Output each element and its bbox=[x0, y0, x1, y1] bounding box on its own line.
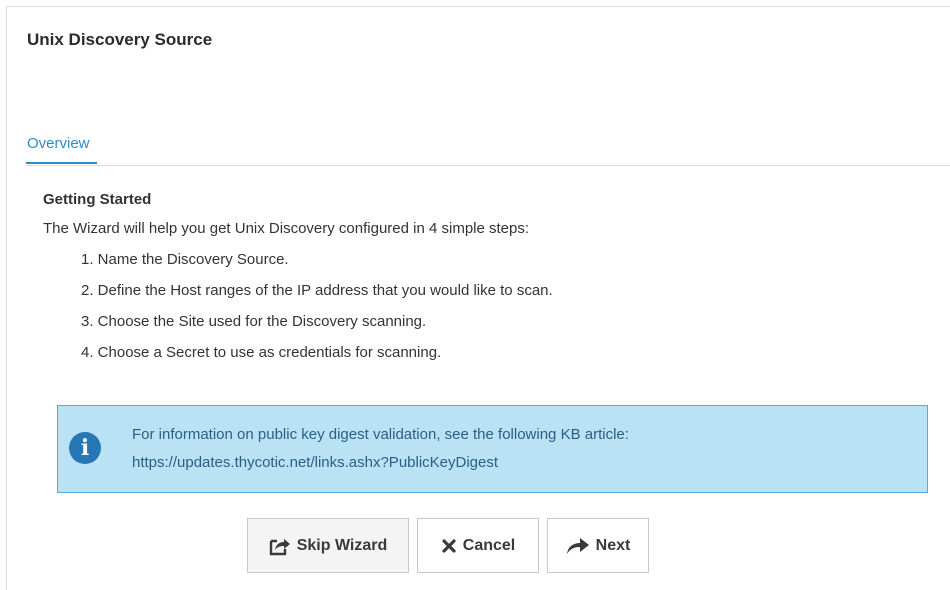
alert-message: For information on public key digest val… bbox=[132, 426, 629, 443]
steps-list: 1. Name the Discovery Source. 2. Define … bbox=[43, 244, 923, 368]
intro-text: The Wizard will help you get Unix Discov… bbox=[43, 220, 530, 237]
cancel-label: Cancel bbox=[462, 536, 516, 554]
cancel-button[interactable]: Cancel bbox=[417, 518, 539, 573]
kb-article-link[interactable]: https://updates.thycotic.net/links.ashx?… bbox=[132, 449, 629, 477]
list-item: 2. Define the Host ranges of the IP addr… bbox=[43, 275, 923, 306]
step-text: 4. Choose a Secret to use as credentials… bbox=[81, 344, 442, 361]
tab-bar: Overview bbox=[26, 128, 950, 166]
next-button[interactable]: Next bbox=[547, 518, 649, 573]
skip-wizard-button[interactable]: Skip Wizard bbox=[247, 518, 409, 573]
page-title: Unix Discovery Source bbox=[27, 30, 213, 49]
skip-wizard-label: Skip Wizard bbox=[296, 536, 388, 554]
step-text: 1. Name the Discovery Source. bbox=[81, 251, 289, 268]
list-item: 4. Choose a Secret to use as credentials… bbox=[43, 337, 923, 368]
info-icon: i bbox=[69, 432, 101, 464]
overview-content: Getting Started The Wizard will help you… bbox=[43, 186, 923, 368]
list-item: 3. Choose the Site used for the Discover… bbox=[43, 306, 923, 337]
info-alert: i For information on public key digest v… bbox=[57, 405, 928, 493]
step-text: 2. Define the Host ranges of the IP addr… bbox=[81, 282, 553, 299]
step-text: 3. Choose the Site used for the Discover… bbox=[81, 313, 427, 330]
tab-overview[interactable]: Overview bbox=[26, 128, 97, 164]
alert-text: For information on public key digest val… bbox=[132, 421, 629, 477]
close-icon bbox=[441, 538, 457, 554]
section-title: Getting Started bbox=[43, 191, 152, 208]
list-item: 1. Name the Discovery Source. bbox=[43, 244, 923, 275]
share-icon bbox=[269, 536, 291, 556]
forward-arrow-icon bbox=[566, 537, 590, 555]
next-label: Next bbox=[595, 536, 631, 554]
